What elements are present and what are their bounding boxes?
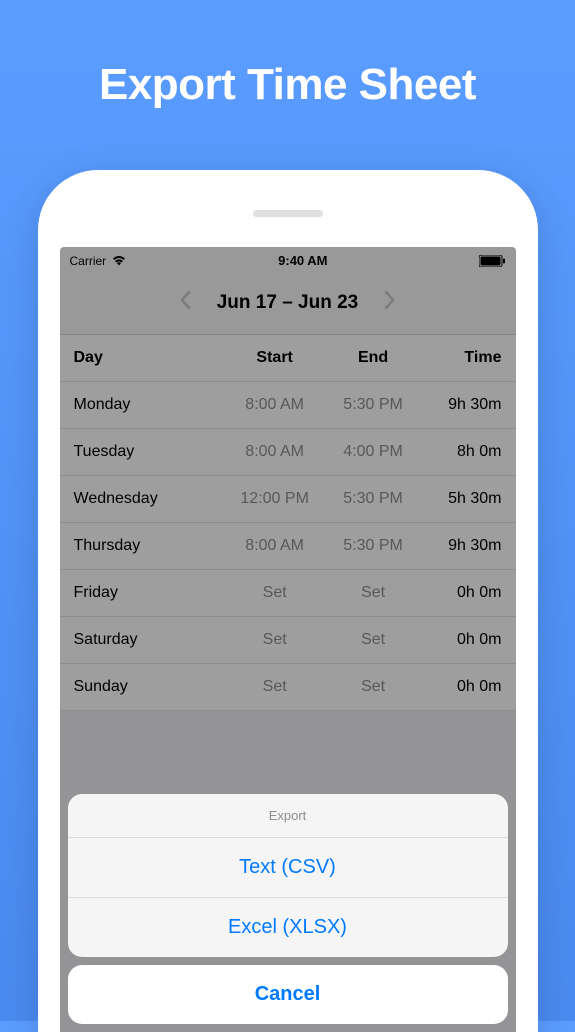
action-sheet-group: Export Text (CSV) Excel (XLSX): [68, 794, 508, 957]
export-action-sheet: Export Text (CSV) Excel (XLSX) Cancel: [60, 794, 516, 1032]
page-title: Export Time Sheet: [0, 0, 575, 110]
export-xlsx-option[interactable]: Excel (XLSX): [68, 898, 508, 957]
phone-frame: Carrier 9:40 AM Jun 17 – Jun 23 Day St: [38, 170, 538, 1032]
cancel-button[interactable]: Cancel: [68, 965, 508, 1024]
action-sheet-title: Export: [68, 794, 508, 838]
export-csv-option[interactable]: Text (CSV): [68, 838, 508, 898]
phone-speaker: [253, 210, 323, 217]
phone-screen: Carrier 9:40 AM Jun 17 – Jun 23 Day St: [60, 247, 516, 1032]
